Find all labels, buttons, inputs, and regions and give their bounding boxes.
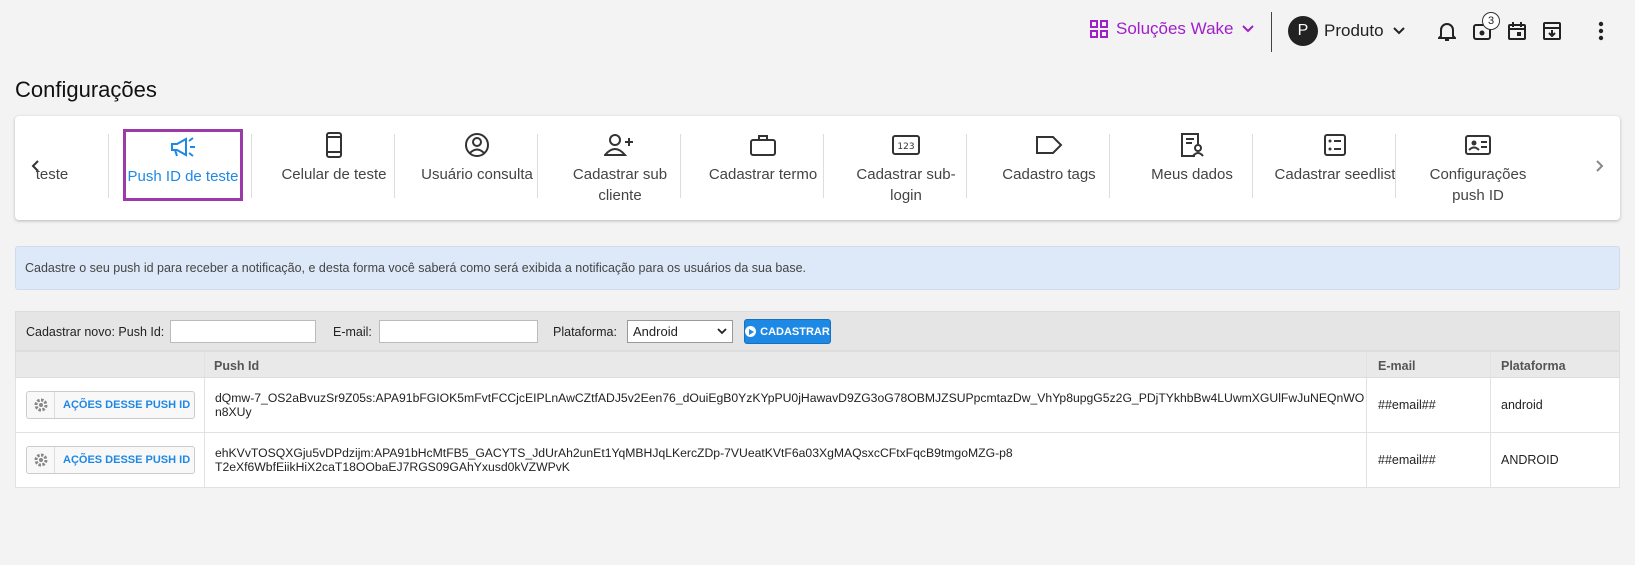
platform-select[interactable]: Android [627, 320, 733, 343]
column-divider [204, 378, 205, 432]
phone-icon [325, 130, 343, 160]
user-menu[interactable]: P Produto [1288, 16, 1406, 46]
info-banner: Cadastre o seu push id para receber a no… [15, 246, 1620, 290]
column-divider [1366, 378, 1367, 432]
row-actions-button[interactable]: AÇÕES DESSE PUSH ID [26, 391, 195, 419]
pushid-input[interactable] [170, 320, 316, 343]
carousel-item-celular-teste[interactable]: Celular de teste [260, 130, 408, 208]
column-divider [204, 433, 205, 487]
numbers-glyph: 123 [897, 142, 914, 152]
pushid-label: Cadastrar novo: Push Id: [26, 325, 165, 339]
table-header: Push Id E-mail Plataforma [15, 351, 1620, 378]
list-icon [1323, 130, 1347, 160]
platform-label: Plataforma: [553, 325, 617, 339]
carousel-item-configuracoes-push-id[interactable]: Configurações push ID [1404, 130, 1552, 208]
briefcase-icon [749, 130, 777, 160]
table-row: AÇÕES DESSE PUSH ID ehKVvTOSQXGju5vDPdzi… [15, 433, 1620, 488]
pushid-value: dQmw-7_OS2aBvuzSr9Z05s:APA91bFGIOK5mFvtF… [215, 391, 1365, 419]
divider [680, 134, 681, 198]
brand-label: Soluções Wake [1116, 19, 1234, 38]
carousel-item-push-id-teste[interactable]: Push ID de teste [123, 129, 243, 201]
chevron-down-icon [1242, 25, 1255, 33]
carousel-item-cadastro-tags[interactable]: Cadastro tags [975, 130, 1123, 208]
platform-value: android [1501, 398, 1543, 412]
id-card-icon [1464, 130, 1492, 160]
carousel-item-meus-dados[interactable]: Meus dados [1118, 130, 1266, 208]
topbar-divider [1271, 12, 1272, 52]
email-label: E-mail: [333, 325, 372, 339]
play-icon [745, 326, 757, 337]
divider [251, 134, 252, 198]
pushid-table: Push Id E-mail Plataforma AÇÕES DESSE PU… [15, 351, 1620, 488]
inbox-icon[interactable]: 3 [1471, 12, 1500, 42]
header-pushid: Push Id [214, 359, 260, 373]
column-divider [1490, 378, 1491, 432]
divider [394, 134, 395, 198]
divider [1252, 134, 1253, 198]
column-divider [1490, 352, 1491, 377]
chevron-down-icon [1392, 27, 1405, 35]
settings-carousel: teste Push ID de teste Celular de teste … [15, 116, 1620, 220]
email-input[interactable] [379, 320, 538, 343]
chevron-down-icon [717, 328, 727, 335]
divider [537, 134, 538, 198]
table-row: AÇÕES DESSE PUSH ID dQmw-7_OS2aBvuzSr9Z0… [15, 378, 1620, 433]
user-name: Produto [1324, 21, 1384, 40]
avatar: P [1288, 16, 1318, 46]
bell-icon[interactable] [1436, 20, 1458, 42]
carousel-item-cadastrar-sub-cliente[interactable]: Cadastrar sub cliente [546, 130, 694, 208]
divider [108, 134, 109, 198]
user-circle-icon [464, 130, 490, 160]
divider [823, 134, 824, 198]
email-value: ##email## [1378, 398, 1436, 412]
carousel-item-teste[interactable]: teste [7, 130, 97, 208]
gear-icon [27, 392, 55, 418]
chevron-right-icon[interactable] [1590, 156, 1610, 176]
column-divider [204, 352, 205, 377]
grid-icon [1090, 20, 1108, 38]
brand-switcher[interactable]: Soluções Wake [1090, 19, 1263, 39]
platform-value: ANDROID [1501, 453, 1559, 467]
carousel-item-cadastrar-sub-login[interactable]: 123 Cadastrar sub-login [832, 130, 980, 208]
pushid-value: ehKVvTOSQXGju5vDPdzijm:APA91bHcMtFB5_GAC… [215, 446, 1013, 474]
row-actions-button[interactable]: AÇÕES DESSE PUSH ID [26, 446, 195, 474]
column-divider [1366, 433, 1367, 487]
divider [966, 134, 967, 198]
carousel-item-cadastrar-seedlist[interactable]: Cadastrar seedlist [1261, 130, 1409, 208]
calendar-icon[interactable] [1506, 20, 1528, 42]
carousel-item-usuario-consulta[interactable]: Usuário consulta [403, 130, 551, 208]
notification-badge: 3 [1482, 12, 1500, 30]
download-box-icon[interactable] [1541, 20, 1563, 42]
megaphone-icon [169, 132, 197, 162]
divider [1109, 134, 1110, 198]
top-bar: Soluções Wake P Produto 3 [0, 0, 1635, 60]
carousel-item-cadastrar-termo[interactable]: Cadastrar termo [689, 130, 837, 208]
header-email: E-mail [1378, 359, 1416, 373]
gear-icon [27, 447, 55, 473]
numbers-icon: 123 [892, 130, 920, 160]
user-add-icon [604, 130, 636, 160]
divider [1395, 134, 1396, 198]
page-title: Configurações [15, 77, 157, 102]
more-vertical-icon[interactable] [1590, 20, 1612, 42]
register-button[interactable]: CADASTRAR [744, 319, 831, 344]
register-form: Cadastrar novo: Push Id: E-mail: Platafo… [15, 311, 1620, 351]
user-data-icon [1179, 130, 1205, 160]
header-platform: Plataforma [1501, 359, 1566, 373]
email-value: ##email## [1378, 453, 1436, 467]
tag-icon [1035, 130, 1063, 160]
column-divider [1490, 433, 1491, 487]
column-divider [1366, 352, 1367, 377]
